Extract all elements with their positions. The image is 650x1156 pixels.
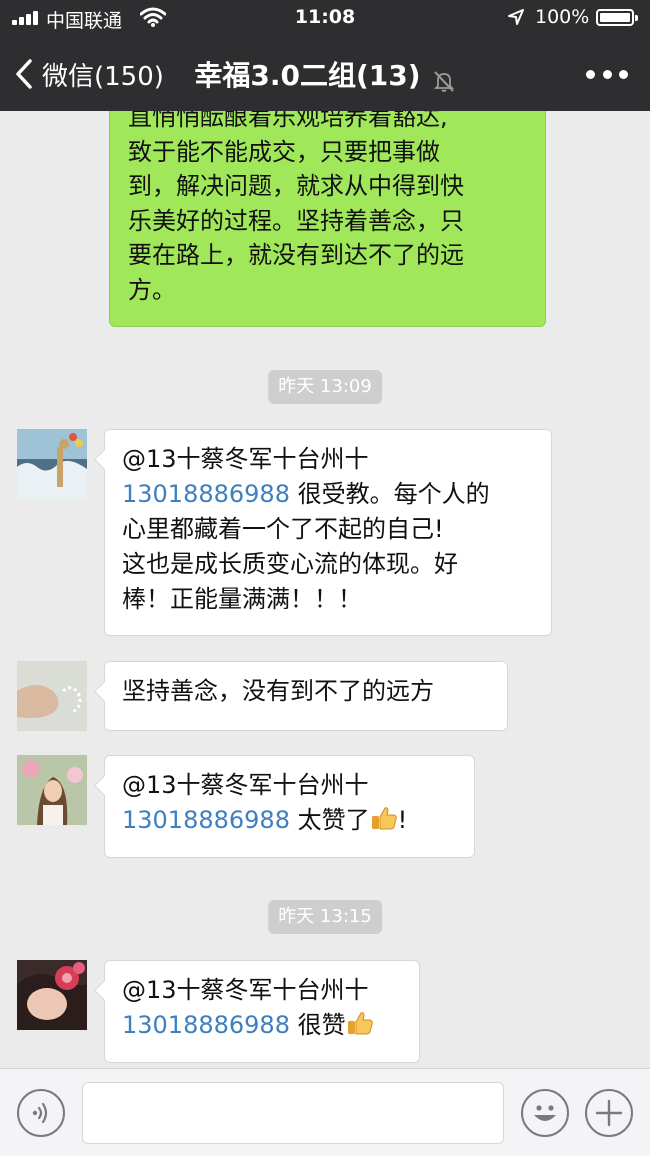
message-text: 很赞 (289, 1011, 346, 1039)
status-bar: 中国联通 11:08 100% (0, 0, 650, 36)
message-text: 太赞了 (289, 806, 370, 834)
message-line: 乐美好的过程。坚持着善念，只 (128, 206, 464, 235)
incoming-message-bubble[interactable]: 坚持善念，没有到不了的远方 (104, 661, 508, 731)
timestamp: 昨天 13:15 (268, 900, 382, 934)
input-bar (0, 1068, 650, 1156)
mention-text: @13十蔡冬军十台州十 (122, 771, 369, 799)
battery-icon (596, 9, 638, 26)
phone-link[interactable]: 13018886988 (122, 480, 290, 508)
thumbs-up-icon (347, 1012, 373, 1035)
timestamp: 昨天 13:09 (268, 370, 382, 404)
message-line: 方。 (128, 275, 176, 304)
phone-link[interactable]: 13018886988 (122, 1011, 290, 1039)
message-text: ! (397, 806, 408, 834)
message-input[interactable] (82, 1082, 504, 1144)
message-line: 这也是成长质变心流的体现。好 (122, 550, 458, 578)
battery-percent: 100% (535, 6, 590, 28)
message-line: 要在路上，就没有到达不了的远 (128, 241, 464, 270)
voice-button[interactable] (17, 1089, 65, 1137)
incoming-message-bubble[interactable]: @13十蔡冬军十台州十 13018886988 很赞 (104, 960, 420, 1063)
message-line: 直悄悄酝酿着乐观培养着豁达, (128, 111, 448, 131)
voice-icon (32, 1102, 48, 1124)
plus-button[interactable] (585, 1089, 633, 1137)
avatar[interactable] (17, 960, 87, 1030)
avatar[interactable] (17, 661, 87, 731)
bell-off-icon (433, 70, 454, 92)
phone-link[interactable]: 13018886988 (122, 806, 290, 834)
incoming-message-bubble[interactable]: @13十蔡冬军十台州十 13018886988 很受教。每个人的 心里都藏着一个… (104, 429, 552, 636)
message-line: 致于能不能成交，只要把事做 (128, 137, 440, 166)
nav-bar: 微信(150) 幸福3.0二组(13) (0, 36, 650, 111)
emoji-button[interactable] (521, 1089, 569, 1137)
mention-text: @13十蔡冬军十台州十 (122, 976, 369, 1004)
message-text: 坚持善念，没有到不了的远方 (122, 677, 434, 705)
top-bar: 中国联通 11:08 100% 微信(150) 幸福3.0二组(13) (0, 0, 650, 111)
message-line: 到，解决问题，就求从中得到快 (128, 172, 464, 201)
more-dots-icon (586, 69, 595, 79)
plus-icon (595, 1099, 623, 1127)
emoji-icon (534, 1105, 556, 1121)
incoming-message-bubble[interactable]: @13十蔡冬军十台州十 13018886988 太赞了! (104, 755, 475, 858)
avatar[interactable] (17, 429, 87, 499)
message-text: 很受教。每个人的 (289, 480, 490, 508)
thumbs-up-icon (371, 807, 397, 830)
more-button[interactable] (586, 68, 628, 80)
message-line: 棒！正能量满满！！！ (122, 585, 362, 613)
message-line: 心里都藏着一个了不起的自己! (122, 515, 444, 543)
location-arrow-icon (508, 9, 524, 25)
chat-area[interactable]: 直悄悄酝酿着乐观培养着豁达, 致于能不能成交，只要把事做 到，解决问题，就求从中… (0, 111, 650, 1068)
mention-text: @13十蔡冬军十台州十 (122, 445, 369, 473)
avatar[interactable] (17, 755, 87, 825)
chat-title: 幸福3.0二组(13) (194, 59, 421, 92)
chat-title-wrap: 幸福3.0二组(13) (0, 54, 650, 94)
own-message-bubble[interactable]: 直悄悄酝酿着乐观培养着豁达, 致于能不能成交，只要把事做 到，解决问题，就求从中… (109, 111, 546, 327)
